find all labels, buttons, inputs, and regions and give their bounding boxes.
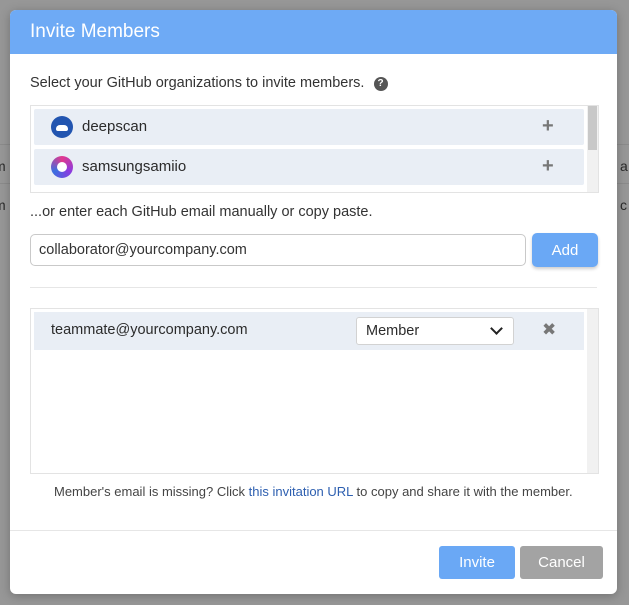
org-item-samsungsamiio[interactable]: samsungsamiio + [34, 149, 584, 185]
footer-divider [10, 530, 617, 531]
background-text-fragment: m [0, 197, 6, 213]
note-text: Member's email is missing? Click [54, 484, 249, 499]
section-divider [30, 287, 597, 288]
question-circle-icon[interactable]: ? [373, 77, 388, 91]
organization-list: deepscan + samsungsamiio + [30, 105, 599, 193]
member-list-scrollbar[interactable] [587, 309, 598, 473]
role-select[interactable]: Member [356, 317, 514, 345]
background-text-fragment: c [620, 197, 627, 213]
remove-member-icon[interactable]: ✖ [542, 320, 556, 340]
org-prompt: Select your GitHub organizations to invi… [30, 75, 388, 91]
org-list-scrollbar[interactable] [587, 106, 598, 192]
manual-email-prompt: ...or enter each GitHub email manually o… [30, 204, 373, 220]
cancel-button[interactable]: Cancel [520, 546, 603, 579]
plus-icon[interactable]: + [542, 115, 554, 138]
member-email: teammate@yourcompany.com [51, 322, 248, 338]
add-button[interactable]: Add [532, 233, 598, 267]
member-row: teammate@yourcompany.com Member ✖ [34, 312, 584, 350]
invitation-url-link[interactable]: this invitation URL [249, 484, 353, 499]
scroll-thumb[interactable] [588, 106, 597, 150]
email-input[interactable] [30, 234, 526, 266]
dialog-title: Invite Members [30, 21, 160, 42]
note-text: to copy and share it with the member. [352, 484, 573, 499]
background-text-fragment: a [620, 158, 628, 174]
invite-members-dialog: Invite Members Select your GitHub organi… [10, 10, 617, 594]
org-name: deepscan [82, 118, 148, 135]
invite-button[interactable]: Invite [439, 546, 515, 579]
org-name: samsungsamiio [82, 158, 187, 175]
org-item-deepscan[interactable]: deepscan + [34, 109, 584, 145]
samsungsamiio-avatar [51, 156, 73, 178]
plus-icon[interactable]: + [542, 155, 554, 178]
role-value: Member [366, 323, 420, 339]
member-list: teammate@yourcompany.com Member ✖ [30, 308, 599, 474]
chevron-down-icon [490, 322, 503, 335]
dialog-header: Invite Members [10, 10, 617, 54]
org-prompt-text: Select your GitHub organizations to invi… [30, 75, 365, 91]
deepscan-avatar [51, 116, 73, 138]
background-text-fragment: m [0, 158, 6, 174]
missing-email-note: Member's email is missing? Click this in… [54, 484, 573, 499]
